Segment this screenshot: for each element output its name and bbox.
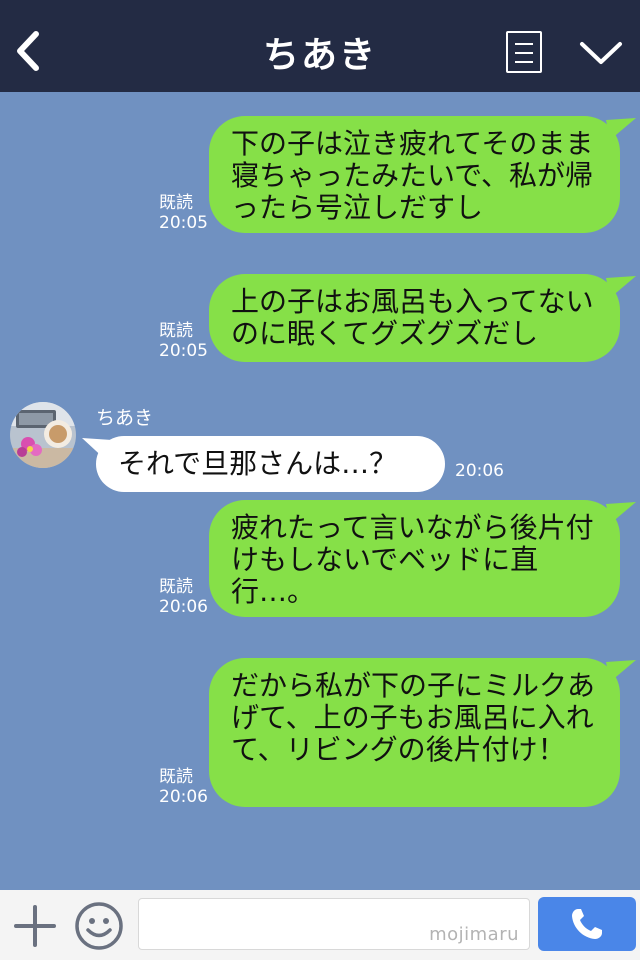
chevron-down-icon[interactable]: [578, 38, 624, 68]
bubble-tail: [606, 276, 636, 298]
phone-icon: [572, 909, 602, 939]
chat-title: ちあき: [262, 35, 377, 76]
read-receipt: 既読: [159, 767, 193, 787]
sent-message-bubble[interactable]: 疲れたって言いながら後片付けもしないでベッドに直行…。: [209, 500, 620, 617]
menu-icon[interactable]: [506, 31, 542, 73]
message-text: 下の子は泣き疲れてそのまま寝ちゃったみたいで、私が帰ったら号泣しだすし: [231, 127, 594, 224]
read-receipt: 既読: [159, 193, 193, 213]
message-text: それで旦那さんは…？: [118, 447, 398, 480]
message-meta: 既読 20:06: [159, 577, 208, 617]
sent-message-bubble[interactable]: 下の子は泣き疲れてそのまま寝ちゃったみたいで、私が帰ったら号泣しだすし: [209, 116, 620, 233]
timestamp: 20:06: [455, 461, 504, 481]
message-meta: 既読 20:05: [159, 193, 208, 233]
avatar[interactable]: [10, 402, 76, 468]
message-list[interactable]: 既読 20:05 下の子は泣き疲れてそのまま寝ちゃったみたいで、私が帰ったら号泣…: [0, 92, 640, 890]
message-text: 上の子はお風呂も入ってないのに眠くてグズグズだし: [231, 285, 594, 350]
sent-message-bubble[interactable]: 上の子はお風呂も入ってないのに眠くてグズグズだし: [209, 274, 620, 362]
plus-icon[interactable]: [14, 905, 56, 947]
bubble-tail: [606, 660, 636, 682]
timestamp: 20:06: [159, 597, 208, 617]
timestamp: 20:05: [159, 213, 208, 233]
watermark: mojimaru: [429, 924, 519, 945]
sender-name: ちあき: [96, 407, 154, 429]
input-bar: mojimaru: [0, 890, 640, 960]
message-meta: 既読 20:06: [159, 767, 208, 807]
received-message-bubble[interactable]: それで旦那さんは…？: [96, 436, 445, 492]
message-meta: 既読 20:05: [159, 321, 208, 361]
chat-header: ちあき: [0, 0, 640, 92]
read-receipt: 既読: [159, 577, 193, 597]
emoji-icon[interactable]: [74, 901, 124, 951]
message-text: 疲れたって言いながら後片付けもしないでベッドに直行…。: [231, 511, 594, 608]
message-input[interactable]: mojimaru: [138, 898, 530, 950]
bubble-tail: [606, 118, 636, 140]
timestamp: 20:05: [159, 341, 208, 361]
bubble-tail: [606, 502, 636, 524]
sent-message-bubble[interactable]: だから私が下の子にミルクあげて、上の子もお風呂に入れて、リビングの後片付け！: [209, 658, 620, 807]
message-text: だから私が下の子にミルクあげて、上の子もお風呂に入れて、リビングの後片付け！: [231, 669, 596, 766]
read-receipt: 既読: [159, 321, 193, 341]
timestamp: 20:06: [159, 787, 208, 807]
call-button[interactable]: [538, 897, 636, 951]
